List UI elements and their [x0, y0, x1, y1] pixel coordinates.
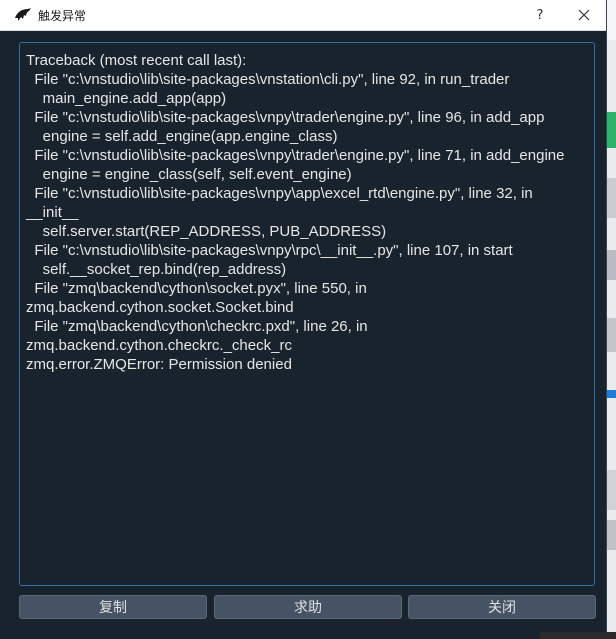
background-desktop-edge [607, 0, 616, 639]
traceback-line: __init__ [26, 204, 79, 221]
close-icon [578, 9, 590, 21]
copy-button[interactable]: 复制 [19, 595, 207, 619]
close-window-button[interactable] [562, 0, 606, 30]
traceback-text-area[interactable]: Traceback (most recent call last): File … [19, 42, 595, 586]
traceback-line: self.__socket_rep.bind(rep_address) [26, 261, 287, 278]
traceback-line: self.server.start(REP_ADDRESS, PUB_ADDRE… [26, 223, 387, 240]
window-title: 触发异常 [38, 9, 87, 23]
traceback-line: File "c:\vnstudio\lib\site-packages\vnst… [26, 71, 510, 88]
traceback-line: File "zmq\backend\cython\checkrc.pxd", l… [26, 318, 368, 335]
traceback-line: main_engine.add_app(app) [26, 90, 227, 107]
traceback-line: File "c:\vnstudio\lib\site-packages\vnpy… [26, 109, 545, 126]
help-request-button[interactable]: 求助 [214, 595, 402, 619]
traceback-line: File "zmq\backend\cython\socket.pyx", li… [26, 280, 367, 297]
traceback-line: engine = self.add_engine(app.engine_clas… [26, 128, 338, 145]
vnpy-logo-icon [15, 8, 31, 21]
traceback-line: zmq.backend.cython.socket.Socket.bind [26, 299, 294, 316]
traceback-line: File "c:\vnstudio\lib\site-packages\vnpy… [26, 242, 513, 259]
traceback-line: zmq.backend.cython.checkrc._check_rc [26, 337, 292, 354]
traceback-line: File "c:\vnstudio\lib\site-packages\vnpy… [26, 147, 565, 164]
title-bar: 触发异常 ? [0, 0, 606, 31]
close-button[interactable]: 关闭 [408, 595, 596, 619]
exception-dialog: 触发异常 ? Traceback (most recent call last)… [0, 0, 607, 639]
help-button[interactable]: ? [518, 0, 562, 30]
dialog-button-row: 复制 求助 关闭 [19, 595, 596, 619]
traceback-line: zmq.error.ZMQError: Permission denied [26, 356, 292, 373]
traceback-line: File "c:\vnstudio\lib\site-packages\vnpy… [26, 185, 533, 202]
traceback-line: Traceback (most recent call last): [26, 52, 247, 69]
traceback-line: engine = engine_class(self, self.event_e… [26, 166, 352, 183]
background-taskbar-edge [540, 632, 616, 639]
